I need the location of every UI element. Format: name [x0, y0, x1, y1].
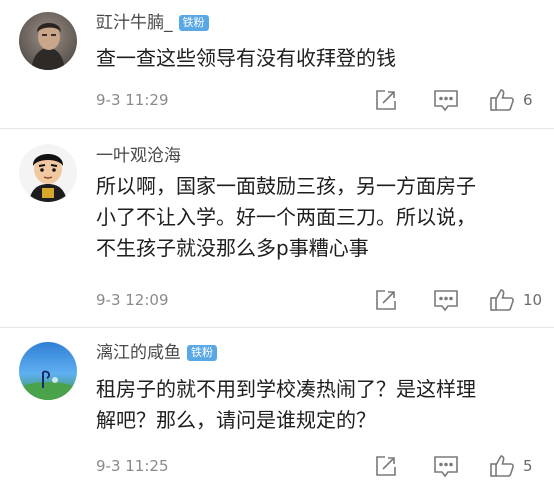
comment-text: 所以啊，国家一面鼓励三孩，另一方面房子 小了不让入学。好一个两面三刀。所以说， …	[96, 171, 542, 264]
comment-text-line: 所以啊，国家一面鼓励三孩，另一方面房子	[96, 174, 476, 198]
username[interactable]: 漓江的咸鱼	[96, 342, 181, 364]
comment-meta: 9-3 12:09 10	[0, 287, 554, 313]
comment-text: 查一查这些领导有没有收拜登的钱	[96, 43, 542, 74]
username-row: 漓江的咸鱼 铁粉	[96, 342, 217, 364]
comment-text-line: 查一查这些领导有没有收拜登的钱	[96, 46, 396, 70]
fan-badge: 铁粉	[187, 345, 217, 361]
comment-meta: 9-3 11:25 5	[0, 453, 554, 479]
thumbs-up-icon	[490, 289, 514, 311]
comment-text-line: 租房子的就不用到学校凑热闹了？是这样理	[96, 377, 476, 401]
comment-text: 租房子的就不用到学校凑热闹了？是这样理 解吧？那么，请问是谁规定的？	[96, 374, 542, 436]
thumbs-up-icon	[490, 455, 514, 477]
like-button[interactable]: 5	[489, 453, 533, 479]
comment-icon[interactable]	[433, 287, 459, 313]
share-edit-icon[interactable]	[374, 87, 398, 113]
username[interactable]: 一叶观沧海	[96, 145, 181, 167]
comment-icon[interactable]	[433, 87, 459, 113]
comment-list: 豇汁牛腩_ 铁粉 查一查这些领导有没有收拜登的钱 9-3 11:29 6 一叶观…	[0, 0, 554, 490]
avatar[interactable]	[19, 342, 77, 400]
avatar[interactable]	[19, 12, 77, 70]
avatar[interactable]	[19, 144, 77, 202]
timestamp: 9-3 11:25	[96, 457, 169, 475]
comment-item: 豇汁牛腩_ 铁粉 查一查这些领导有没有收拜登的钱 9-3 11:29 6	[0, 0, 554, 129]
comment-item: 漓江的咸鱼 铁粉 租房子的就不用到学校凑热闹了？是这样理 解吧？那么，请问是谁规…	[0, 328, 554, 490]
timestamp: 9-3 11:29	[96, 91, 169, 109]
share-edit-icon[interactable]	[374, 453, 398, 479]
username-row: 豇汁牛腩_ 铁粉	[96, 12, 209, 34]
fan-badge: 铁粉	[178, 15, 209, 31]
comment-icon[interactable]	[433, 453, 459, 479]
username[interactable]: 豇汁牛腩_	[96, 12, 173, 34]
like-count: 10	[523, 291, 543, 309]
like-count: 5	[523, 457, 533, 475]
comment-text-line: 小了不让入学。好一个两面三刀。所以说，	[96, 205, 476, 229]
like-button[interactable]: 10	[489, 287, 542, 313]
like-count: 6	[523, 91, 533, 109]
comment-meta: 9-3 11:29 6	[0, 87, 554, 113]
username-row: 一叶观沧海	[96, 145, 181, 167]
comment-item: 一叶观沧海 所以啊，国家一面鼓励三孩，另一方面房子 小了不让入学。好一个两面三刀…	[0, 129, 554, 328]
comment-text-line: 解吧？那么，请问是谁规定的？	[96, 408, 376, 432]
thumbs-up-icon	[490, 89, 514, 111]
like-button[interactable]: 6	[489, 87, 533, 113]
timestamp: 9-3 12:09	[96, 291, 169, 309]
comment-text-line: 不生孩子就没那么多p事糟心事	[96, 236, 369, 260]
share-edit-icon[interactable]	[374, 287, 398, 313]
